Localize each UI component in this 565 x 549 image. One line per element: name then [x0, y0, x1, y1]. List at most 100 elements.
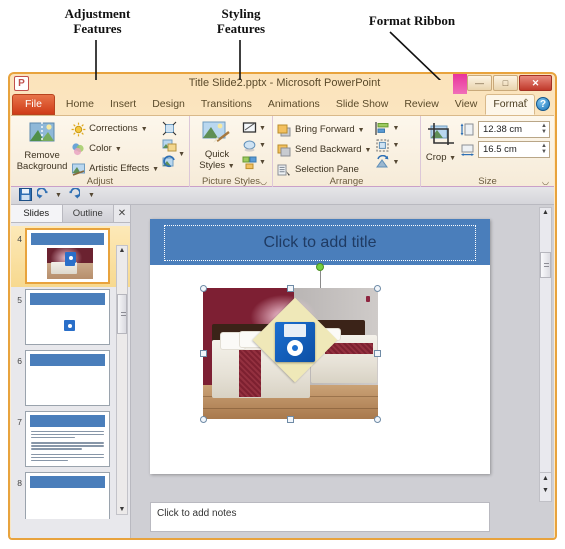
- save-icon[interactable]: [19, 187, 32, 204]
- shape-width-value: 16.5 cm: [483, 144, 517, 155]
- picture-styles-dialog-launcher-icon[interactable]: ◡: [260, 177, 269, 186]
- picture-layout-icon[interactable]: [242, 155, 257, 170]
- selection-handle-top-center[interactable]: [287, 285, 294, 292]
- slide-thumbnail-4[interactable]: 4: [11, 226, 130, 287]
- tab-review[interactable]: Review: [396, 94, 446, 115]
- artistic-effects-icon: [71, 162, 86, 177]
- group-icon[interactable]: [375, 138, 390, 153]
- minimize-ribbon-icon[interactable]: ⌃: [520, 98, 532, 110]
- selected-picture[interactable]: [203, 288, 378, 419]
- picture-effects-icon[interactable]: [242, 138, 257, 153]
- picture-effects-caret-icon[interactable]: ▼: [259, 142, 266, 149]
- slides-panel-scrollbar[interactable]: ▲ ▼: [116, 245, 128, 515]
- selection-handle-bottom-center[interactable]: [287, 416, 294, 423]
- tab-transitions[interactable]: Transitions: [193, 94, 260, 115]
- remove-background-button[interactable]: Remove Background: [15, 118, 69, 178]
- remove-background-icon: [15, 121, 69, 148]
- shape-height-stepper[interactable]: ▲ ▼: [541, 123, 547, 135]
- picture-border-icon[interactable]: [242, 121, 257, 136]
- selection-handle-bottom-left[interactable]: [200, 416, 207, 423]
- previous-slide-icon[interactable]: ▲: [540, 473, 551, 485]
- change-picture-icon[interactable]: [162, 138, 177, 153]
- slides-scroll-thumb[interactable]: [117, 294, 127, 334]
- tab-view[interactable]: View: [447, 94, 486, 115]
- redo-icon[interactable]: [67, 186, 81, 204]
- selection-handle-top-left[interactable]: [200, 285, 207, 292]
- artistic-effects-caret-icon[interactable]: ▼: [152, 166, 159, 173]
- send-backward-caret-icon[interactable]: ▼: [365, 147, 372, 154]
- thumbnail-title-band: [30, 476, 105, 488]
- corrections-button[interactable]: Corrections ▼: [71, 120, 159, 138]
- slide-number-5: 5: [17, 295, 22, 305]
- slides-panel-tabs: Slides Outline ✕: [11, 205, 130, 223]
- tab-slides[interactable]: Slides: [11, 205, 63, 222]
- tab-insert[interactable]: Insert: [102, 94, 144, 115]
- tab-animations[interactable]: Animations: [260, 94, 328, 115]
- color-caret-icon[interactable]: ▼: [115, 146, 122, 153]
- picture-layout-caret-icon[interactable]: ▼: [259, 159, 266, 166]
- next-slide-icon[interactable]: ▼: [540, 485, 551, 497]
- selection-handle-middle-right[interactable]: [374, 350, 381, 357]
- selection-handle-bottom-right[interactable]: [374, 416, 381, 423]
- slide-canvas[interactable]: Click to add title: [150, 219, 490, 474]
- quick-styles-icon: [194, 120, 240, 147]
- rotate-icon[interactable]: [375, 154, 390, 170]
- rotation-handle[interactable]: [316, 263, 324, 271]
- rotate-caret-icon[interactable]: ▼: [392, 159, 399, 166]
- tab-outline[interactable]: Outline: [62, 205, 114, 222]
- crop-caret-icon[interactable]: ▼: [449, 155, 456, 162]
- slide-thumbnail-6[interactable]: 6: [11, 348, 130, 409]
- corrections-caret-icon[interactable]: ▼: [141, 126, 148, 133]
- slide-thumbnail-5[interactable]: 5: [11, 287, 130, 348]
- align-icon[interactable]: [375, 121, 390, 136]
- tab-design[interactable]: Design: [144, 94, 193, 115]
- picture-wall-lamp: [366, 296, 370, 302]
- undo-caret-icon[interactable]: ▼: [55, 192, 62, 199]
- corrections-icon: [71, 122, 86, 137]
- tab-home[interactable]: Home: [58, 94, 102, 115]
- corrections-label: Corrections: [89, 123, 138, 134]
- picture-border-caret-icon[interactable]: ▼: [259, 125, 266, 132]
- close-slides-panel-icon[interactable]: ✕: [114, 205, 130, 222]
- reset-picture-caret-icon[interactable]: ▼: [178, 151, 185, 158]
- reset-picture-icon[interactable]: [162, 155, 177, 170]
- shape-width-input[interactable]: 16.5 cm ▲ ▼: [478, 141, 550, 158]
- slide-thumbnail-list[interactable]: 4 5 6 7 8 ▲ ▼: [11, 223, 130, 519]
- tab-slide-show[interactable]: Slide Show: [328, 94, 397, 115]
- slide-thumbnail-preview: [25, 228, 110, 284]
- artistic-effects-label: Artistic Effects: [89, 163, 150, 174]
- scroll-thumb[interactable]: [540, 252, 551, 278]
- scroll-up-icon[interactable]: ▲: [540, 209, 551, 216]
- shape-width-stepper[interactable]: ▲ ▼: [541, 143, 547, 155]
- help-icon[interactable]: ?: [536, 97, 550, 111]
- compress-pictures-icon[interactable]: [162, 121, 177, 136]
- slide-thumbnail-8[interactable]: 8: [11, 470, 130, 519]
- slide-thumbnail-preview: [25, 411, 110, 467]
- bring-forward-label: Bring Forward: [295, 124, 355, 135]
- send-backward-button[interactable]: Send Backward ▼: [277, 141, 371, 159]
- selection-handle-top-right[interactable]: [374, 285, 381, 292]
- slides-scroll-up-icon[interactable]: ▲: [117, 247, 127, 254]
- bring-forward-button[interactable]: Bring Forward ▼: [277, 121, 371, 139]
- group-caret-icon[interactable]: ▼: [392, 142, 399, 149]
- crop-button[interactable]: Crop ▼: [425, 121, 457, 164]
- slide-thumbnail-7[interactable]: 7: [11, 409, 130, 470]
- slide-navigation-buttons[interactable]: ▲ ▼: [539, 472, 552, 502]
- size-dialog-launcher-icon[interactable]: ◡: [542, 177, 551, 186]
- customize-quick-access-icon[interactable]: ▼: [88, 192, 95, 199]
- shape-height-input[interactable]: 12.38 cm ▲ ▼: [478, 121, 550, 138]
- align-caret-icon[interactable]: ▼: [392, 125, 399, 132]
- slides-scroll-down-icon[interactable]: ▼: [117, 506, 127, 513]
- thumbnail-floppy-icon: [64, 320, 75, 331]
- bring-forward-caret-icon[interactable]: ▼: [358, 127, 365, 134]
- tab-file[interactable]: File: [12, 94, 55, 115]
- selection-handle-middle-left[interactable]: [200, 350, 207, 357]
- quick-styles-button[interactable]: Quick Styles ▼: [194, 118, 240, 172]
- slide-vertical-scrollbar[interactable]: ▲ ▼: [539, 207, 552, 497]
- title-placeholder[interactable]: Click to add title: [164, 225, 476, 261]
- notes-pane[interactable]: Click to add notes: [150, 502, 490, 532]
- undo-icon[interactable]: [36, 186, 50, 204]
- color-label: Color: [89, 143, 112, 154]
- color-button[interactable]: Color ▼: [71, 140, 159, 158]
- quick-styles-caret-icon[interactable]: ▼: [228, 163, 235, 170]
